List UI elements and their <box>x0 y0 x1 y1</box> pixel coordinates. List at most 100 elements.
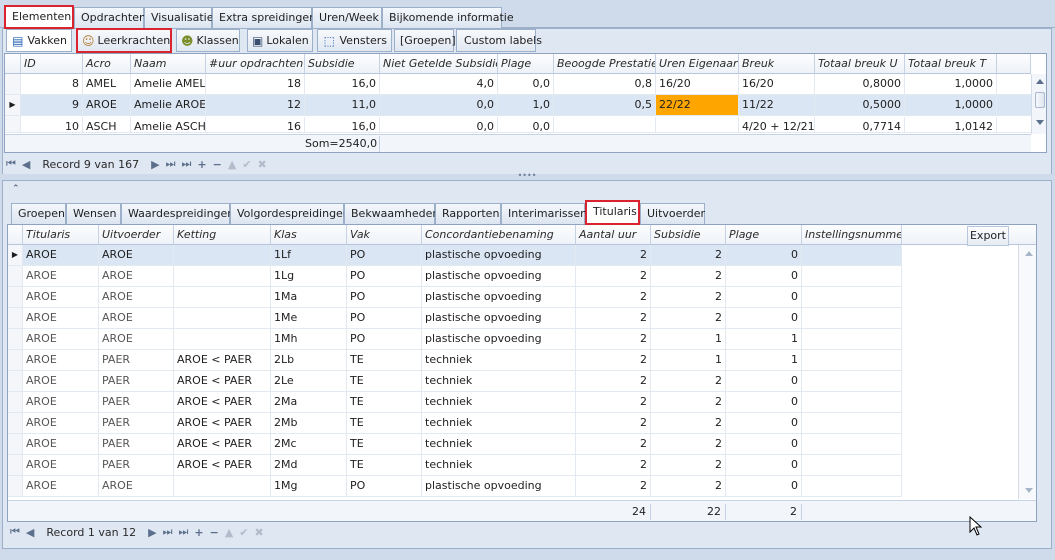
column-header-vak[interactable]: Vak <box>347 225 422 245</box>
tab-volgordespreidingen[interactable]: Volgordespreidingen <box>230 203 350 224</box>
column-header-klas[interactable]: Klas <box>271 225 347 245</box>
table-row[interactable]: AROE PAER AROE < PAER 2Mb TE techniek 2 2 0 <box>8 413 902 434</box>
column-header-acro[interactable]: Acro <box>83 54 131 74</box>
tab-waardespreidingen[interactable]: Waardespreidingen <box>121 203 234 224</box>
column-header-uren-eigenaar[interactable]: Uren Eigenaar <box>656 54 739 74</box>
tab-extra-spreidingen[interactable]: Extra spreidingen <box>212 7 316 28</box>
subtab-klassen[interactable]: ☻ Klassen <box>176 29 240 52</box>
column-header-concordantiebenaming[interactable]: Concordantiebenaming <box>422 225 576 245</box>
scroll-down-icon[interactable] <box>1025 488 1033 493</box>
table-row[interactable]: AROE PAER AROE < PAER 2Lb TE techniek 2 1 1 <box>8 350 902 371</box>
prev-record-icon[interactable]: ◀ <box>22 158 30 171</box>
vertical-scrollbar[interactable] <box>1031 74 1046 134</box>
scroll-up-icon[interactable] <box>1025 251 1033 256</box>
cell-niet-getelde-subsidie: 0,0 <box>380 117 498 132</box>
first-record-icon[interactable]: ⏮ <box>6 157 16 171</box>
next-page-icon[interactable]: ⏭ <box>163 525 173 539</box>
column-header-naam[interactable]: Naam <box>131 54 206 74</box>
tab-uitvoerder[interactable]: Uitvoerder <box>640 203 705 224</box>
table-row[interactable]: AROE AROE 1Mh PO plastische opvoeding 2 1 1 <box>8 329 902 350</box>
add-record-icon[interactable]: + <box>194 526 203 539</box>
table-row[interactable]: 10 ASCH Amelie ASCH 16 16,0 0,0 0,0 4/20… <box>5 116 1031 133</box>
cell-klas: 2Mc <box>271 434 347 454</box>
subtab-groepen[interactable]: [Groepen] <box>394 29 456 52</box>
cell-titularis: AROE <box>23 329 99 349</box>
table-row[interactable]: AROE AROE 1Me PO plastische opvoeding 2 2 0 <box>8 308 902 329</box>
table-row[interactable]: AROE PAER AROE < PAER 2Mc TE techniek 2 2 0 <box>8 434 902 455</box>
column-header-beoogde-prestatie[interactable]: Beoogde Prestatie <box>554 54 656 74</box>
add-record-icon[interactable]: + <box>197 158 206 171</box>
cell-subsidie: 2 <box>651 392 726 412</box>
cell-concordantiebenaming: plastische opvoeding <box>422 287 576 307</box>
first-record-icon[interactable]: ⏮ <box>10 525 20 539</box>
column-header-plage[interactable]: Plage <box>498 54 554 74</box>
table-row[interactable]: AROE PAER AROE < PAER 2Ma TE techniek 2 2 0 <box>8 392 902 413</box>
table-row[interactable]: AROE PAER AROE < PAER 2Md TE techniek 2 2 0 <box>8 455 902 476</box>
table-row[interactable]: AROE AROE 1Ma PO plastische opvoeding 2 2 0 <box>8 287 902 308</box>
scroll-down-icon[interactable] <box>1036 120 1044 125</box>
column-header-plage[interactable]: Plage <box>726 225 802 245</box>
next-record-icon[interactable]: ▶ <box>148 526 156 539</box>
collapse-icon[interactable]: ⌃ <box>12 184 20 194</box>
subtab-vakken[interactable]: ▤ Vakken <box>6 29 72 52</box>
tab-elementen[interactable]: Elementen <box>4 5 74 29</box>
confirm-record-icon[interactable]: ✔ <box>242 158 251 171</box>
cancel-record-icon[interactable]: ✖ <box>258 158 267 171</box>
cell-instellingsnummer <box>802 266 902 286</box>
column-header-uitvoerder[interactable]: Uitvoerder <box>99 225 174 245</box>
subtab-lokalen[interactable]: ▣ Lokalen <box>247 29 313 52</box>
confirm-record-icon[interactable]: ✔ <box>239 526 248 539</box>
table-row-selected[interactable]: ▶ 9 AROE Amelie AROE 12 11,0 0,0 1,0 0,5… <box>5 95 1031 116</box>
last-record-icon[interactable]: ⏭ <box>181 157 191 171</box>
column-header-breuk[interactable]: Breuk <box>739 54 815 74</box>
tab-rapporten[interactable]: Rapporten <box>435 203 501 224</box>
next-page-icon[interactable]: ⏭ <box>166 157 176 171</box>
delete-record-icon[interactable]: − <box>210 526 219 539</box>
table-row[interactable]: AROE AROE 1Lg PO plastische opvoeding 2 2 0 <box>8 266 902 287</box>
tab-wensen[interactable]: Wensen <box>66 203 121 224</box>
cell-acro: ASCH <box>83 117 131 132</box>
cell-uren-eigenaar-highlighted: 22/22 <box>656 95 739 115</box>
subtab-leerkrachten[interactable]: ☺ Leerkrachten <box>76 28 172 53</box>
prev-record-icon[interactable]: ◀ <box>26 526 34 539</box>
scroll-thumb[interactable] <box>1035 92 1045 108</box>
tab-bijkomende-informatie[interactable]: Bijkomende informatie <box>382 7 514 28</box>
tab-opdrachten[interactable]: Opdrachten <box>74 7 146 28</box>
tab-uren-week[interactable]: Uren/Week <box>312 7 382 28</box>
column-header-totaal-breuk-t[interactable]: Totaal breuk T <box>905 54 997 74</box>
column-header-id[interactable]: ID <box>21 54 83 74</box>
edit-record-icon[interactable]: ▲ <box>228 158 236 171</box>
edit-record-icon[interactable]: ▲ <box>225 526 233 539</box>
table-row[interactable]: 8 AMEL Amelie AMEL 18 16,0 4,0 0,0 0,8 1… <box>5 74 1031 95</box>
column-header-uur-opdrachten[interactable]: #uur opdrachten <box>206 54 305 74</box>
column-header-instellingsnummer[interactable]: Instellingsnummer <box>802 225 902 245</box>
cell-instellingsnummer <box>802 245 902 265</box>
cancel-record-icon[interactable]: ✖ <box>255 526 264 539</box>
scroll-up-icon[interactable] <box>1036 79 1044 84</box>
delete-record-icon[interactable]: − <box>213 158 222 171</box>
table-row[interactable]: AROE PAER AROE < PAER 2Le TE techniek 2 2 0 <box>8 371 902 392</box>
tab-visualisatie[interactable]: Visualisatie <box>144 7 214 28</box>
column-header-titularis[interactable]: Titularis <box>23 225 99 245</box>
subtab-vensters[interactable]: ⬚ Vensters <box>317 29 392 52</box>
tab-groepen[interactable]: Groepen <box>11 203 66 224</box>
tab-titularis[interactable]: Titularis <box>585 200 640 225</box>
column-header-subsidie[interactable]: Subsidie <box>651 225 726 245</box>
vertical-scrollbar[interactable] <box>1018 245 1036 499</box>
column-header-niet-getelde-subsidie[interactable]: Niet Getelde Subsidie <box>380 54 498 74</box>
cell-uitvoerder: AROE <box>99 476 174 496</box>
next-record-icon[interactable]: ▶ <box>151 158 159 171</box>
tab-interimarissen[interactable]: Interimarissen <box>501 203 587 224</box>
column-header-ketting[interactable]: Ketting <box>174 225 271 245</box>
column-header-aantal-uur[interactable]: Aantal uur <box>576 225 651 245</box>
table-row[interactable]: AROE AROE 1Mg PO plastische opvoeding 2 2 0 <box>8 476 902 497</box>
column-header-subsidie[interactable]: Subsidie <box>305 54 380 74</box>
subtab-label: Vakken <box>27 34 68 47</box>
export-button[interactable]: Export <box>967 226 1009 246</box>
tab-bekwaamheden[interactable]: Bekwaamheden <box>344 203 439 224</box>
column-header-totaal-breuk-u[interactable]: Totaal breuk U <box>815 54 905 74</box>
last-record-icon[interactable]: ⏭ <box>178 525 188 539</box>
table-row-selected[interactable]: ▶ AROE AROE 1Lf PO plastische opvoeding 2 2 0 <box>8 245 902 266</box>
subtab-custom-labels[interactable]: Custom labels <box>456 29 542 52</box>
cell-subsidie: 2 <box>651 434 726 454</box>
